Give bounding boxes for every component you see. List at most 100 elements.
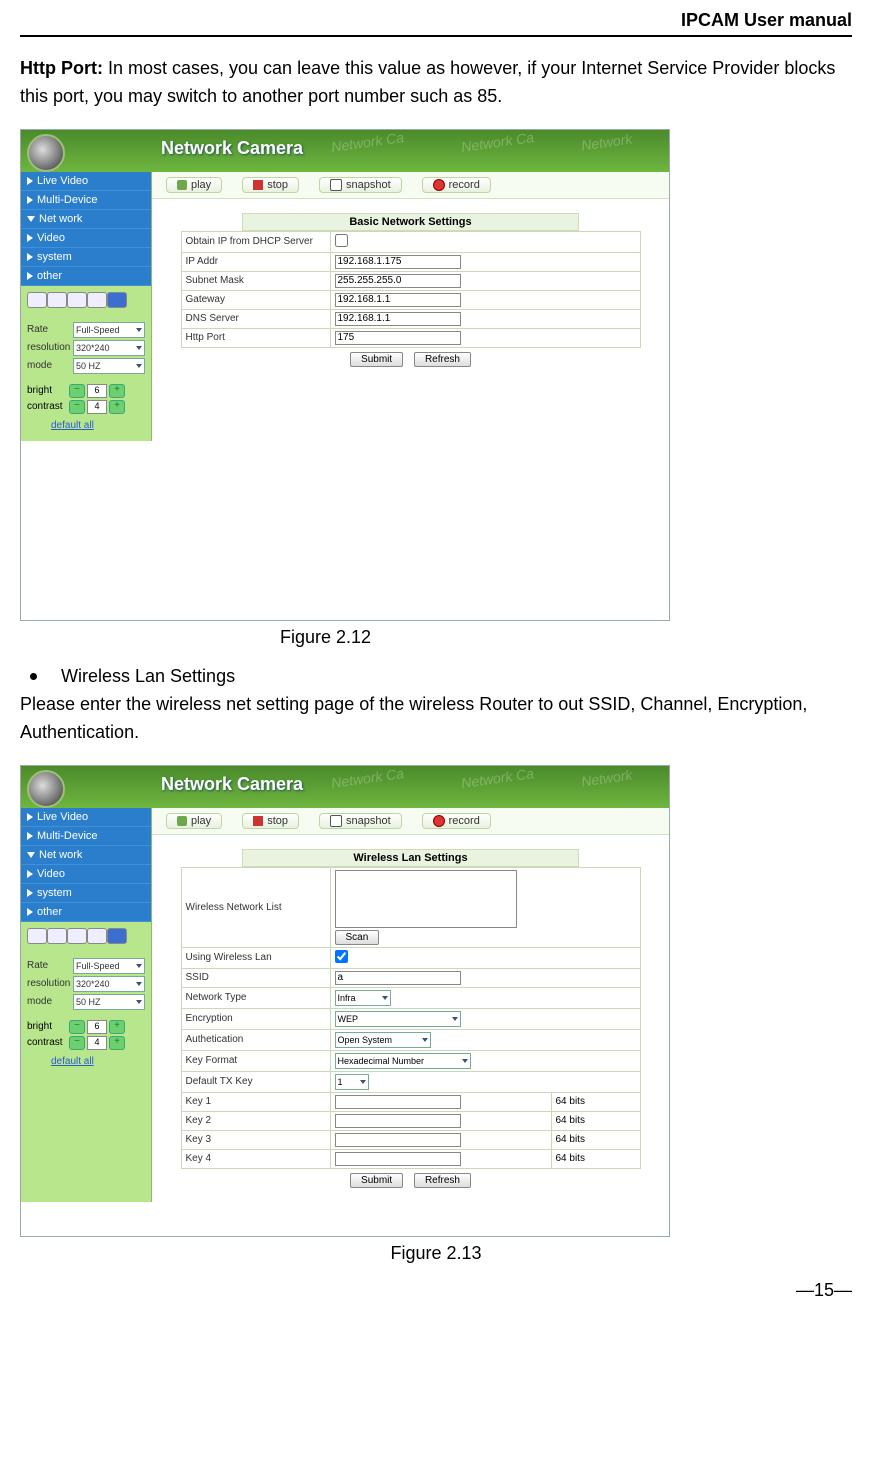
encryption-select[interactable]: WEP (335, 1011, 461, 1027)
bright-plus-button[interactable]: + (109, 1020, 125, 1034)
key3-bits-select[interactable]: 64 bits (556, 1134, 585, 1145)
dhcp-cell (330, 231, 640, 252)
refresh-button[interactable]: Refresh (414, 352, 471, 367)
play-button[interactable]: play (166, 813, 222, 829)
ptz-button[interactable] (107, 928, 127, 944)
subnet-field[interactable] (335, 274, 461, 288)
snapshot-button[interactable]: snapshot (319, 813, 402, 829)
auth-label: Authetication (181, 1029, 330, 1050)
ptz-button[interactable] (107, 292, 127, 308)
ipaddr-field[interactable] (335, 255, 461, 269)
default-all-link[interactable]: default all (51, 1056, 151, 1067)
watermark: Network (580, 766, 633, 789)
default-all-link[interactable]: default all (51, 420, 151, 431)
ptz-button[interactable] (27, 292, 47, 308)
ptz-button[interactable] (67, 928, 87, 944)
auth-select[interactable]: Open System (335, 1032, 431, 1048)
panel-title: Basic Network Settings (242, 213, 579, 231)
sidebar-item-multi-device[interactable]: Multi-Device (21, 191, 151, 210)
default-txkey-select[interactable]: 1 (335, 1074, 369, 1090)
doc-header: IPCAM User manual (20, 10, 852, 37)
resolution-select[interactable]: 320*240 (73, 976, 145, 992)
key3-label: Key 3 (181, 1130, 330, 1149)
rate-select[interactable]: Full-Speed (73, 958, 145, 974)
dhcp-checkbox[interactable] (335, 234, 348, 247)
key4-bits-select[interactable]: 64 bits (556, 1153, 585, 1164)
subnet-label: Subnet Mask (181, 271, 330, 290)
ptz-button[interactable] (27, 928, 47, 944)
camera-lens-icon (27, 134, 65, 172)
bright-plus-button[interactable]: + (109, 384, 125, 398)
mode-label: mode (27, 360, 73, 371)
page-number: —15— (20, 1280, 852, 1301)
sidebar-item-other[interactable]: other (21, 903, 151, 922)
resolution-select[interactable]: 320*240 (73, 340, 145, 356)
scan-button[interactable]: Scan (335, 930, 380, 945)
submit-button[interactable]: Submit (350, 1173, 403, 1188)
dns-field[interactable] (335, 312, 461, 326)
ptz-button[interactable] (87, 928, 107, 944)
sidebar-item-multi-device[interactable]: Multi-Device (21, 827, 151, 846)
sidebar-item-network[interactable]: Net work (21, 210, 151, 229)
play-button[interactable]: play (166, 177, 222, 193)
key1-field[interactable] (335, 1095, 461, 1109)
contrast-minus-button[interactable]: − (69, 1036, 85, 1050)
sidebar-item-system[interactable]: system (21, 884, 151, 903)
sidebar-item-network[interactable]: Net work (21, 846, 151, 865)
snapshot-button[interactable]: snapshot (319, 177, 402, 193)
panel-title: Wireless Lan Settings (242, 849, 579, 867)
keyformat-select[interactable]: Hexadecimal Number (335, 1053, 471, 1069)
contrast-plus-button[interactable]: + (109, 400, 125, 414)
stop-button[interactable]: stop (242, 813, 299, 829)
key2-field[interactable] (335, 1114, 461, 1128)
key4-label: Key 4 (181, 1149, 330, 1168)
contrast-plus-button[interactable]: + (109, 1036, 125, 1050)
figure-2-13-screenshot: Network Camera Network Ca Network Ca Net… (20, 765, 670, 1237)
sidebar-item-live-video[interactable]: Live Video (21, 808, 151, 827)
watermark: Network Ca (460, 765, 535, 791)
sidebar: Live Video Multi-Device Net work Video s… (21, 808, 152, 1202)
network-type-select[interactable]: Infra (335, 990, 391, 1006)
dns-label: DNS Server (181, 309, 330, 328)
ssid-field[interactable] (335, 971, 461, 985)
contrast-minus-button[interactable]: − (69, 400, 85, 414)
ptz-grid (27, 292, 145, 308)
bright-minus-button[interactable]: − (69, 1020, 85, 1034)
contrast-value: 4 (87, 400, 107, 414)
sidebar-item-other[interactable]: other (21, 267, 151, 286)
wireless-list[interactable] (335, 870, 517, 928)
bright-minus-button[interactable]: − (69, 384, 85, 398)
using-wlan-checkbox[interactable] (335, 950, 348, 963)
sidebar-item-video[interactable]: Video (21, 865, 151, 884)
record-button[interactable]: record (422, 177, 491, 193)
ptz-button[interactable] (67, 292, 87, 308)
mode-select[interactable]: 50 HZ (73, 358, 145, 374)
http-port-bold: Http Port: (20, 58, 103, 78)
ptz-button[interactable] (87, 292, 107, 308)
key4-field[interactable] (335, 1152, 461, 1166)
watermark: Network Ca (330, 765, 405, 791)
key3-field[interactable] (335, 1133, 461, 1147)
key2-label: Key 2 (181, 1111, 330, 1130)
rate-label: Rate (27, 960, 73, 971)
sidebar-item-system[interactable]: system (21, 248, 151, 267)
figure-2-12-caption: Figure 2.12 (20, 627, 852, 648)
sidebar: Live Video Multi-Device Net work Video s… (21, 172, 152, 441)
key1-bits-select[interactable]: 64 bits (556, 1096, 585, 1107)
stop-button[interactable]: stop (242, 177, 299, 193)
key2-bits-select[interactable]: 64 bits (556, 1115, 585, 1126)
ptz-button[interactable] (47, 292, 67, 308)
record-button[interactable]: record (422, 813, 491, 829)
dhcp-label: Obtain IP from DHCP Server (181, 231, 330, 252)
rate-select[interactable]: Full-Speed (73, 322, 145, 338)
gateway-field[interactable] (335, 293, 461, 307)
sidebar-item-live-video[interactable]: Live Video (21, 172, 151, 191)
wireless-settings-table: Wireless Network List Scan Using Wireles… (181, 867, 641, 1169)
mode-select[interactable]: 50 HZ (73, 994, 145, 1010)
submit-button[interactable]: Submit (350, 352, 403, 367)
sidebar-item-video[interactable]: Video (21, 229, 151, 248)
refresh-button[interactable]: Refresh (414, 1173, 471, 1188)
httpport-field[interactable] (335, 331, 461, 345)
ptz-button[interactable] (47, 928, 67, 944)
main-panel: play stop snapshot record Wireless Lan S… (152, 808, 669, 1202)
